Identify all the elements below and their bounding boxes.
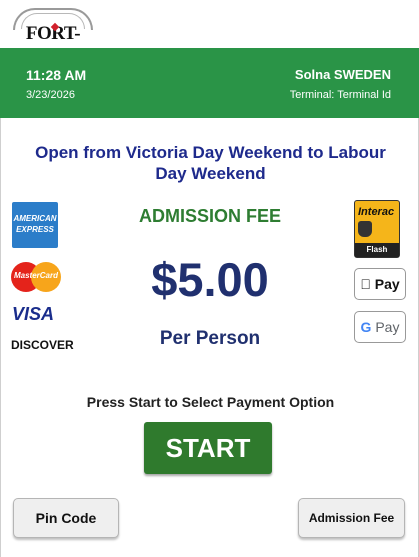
logo-bar: FORT-ERIE <box>0 0 419 66</box>
apple-pay-text: Pay <box>367 276 400 292</box>
google-pay-logo: G Pay <box>354 311 406 343</box>
american-express-logo-text: AMERICAN EXPRESS <box>13 214 57 234</box>
admission-fee-label: ADMISSION FEE <box>138 206 281 226</box>
current-date: 3/23/2026 <box>26 89 75 101</box>
mastercard-logo: MasterCard <box>11 262 61 292</box>
contactless-hand-icon <box>358 221 372 237</box>
location-name: Solna SWEDEN <box>294 67 391 82</box>
google-pay-text: Pay <box>375 319 400 335</box>
season-notice: Open from Victoria Day Weekend to Labour… <box>35 143 386 183</box>
discover-logo: DISCOVER <box>11 338 74 352</box>
admission-fee-button[interactable]: Admission Fee <box>298 498 405 538</box>
status-header: 11:28 AM 3/23/2026 Solna SWEDEN Terminal… <box>0 48 419 118</box>
terminal-id: Terminal: Terminal Id <box>289 89 391 101</box>
mastercard-logo-text: MasterCard <box>13 271 58 280</box>
pin-code-button[interactable]: Pin Code <box>13 498 119 538</box>
discover-logo-text: DISCOVER <box>11 338 74 352</box>
fort-erie-logo: FORT-ERIE <box>7 6 99 66</box>
visa-logo: VISA <box>12 304 55 324</box>
interac-logo-text: Interac <box>358 206 395 218</box>
interac-flash-logo: Interac Flash <box>354 200 400 258</box>
google-g-icon: G <box>360 319 372 335</box>
interac-flash-text: Flash <box>355 243 399 257</box>
apple-icon:  <box>360 276 371 292</box>
american-express-logo: AMERICAN EXPRESS <box>12 202 58 248</box>
price-unit: Per Person <box>159 328 261 349</box>
payment-instruction: Press Start to Select Payment Option <box>86 394 335 410</box>
start-button[interactable]: START <box>144 422 272 474</box>
current-time: 11:28 AM <box>26 67 87 83</box>
admission-price: $5.00 <box>151 253 269 306</box>
main-panel: Open from Victoria Day Weekend to Labour… <box>0 118 419 557</box>
apple-pay-logo:  Pay <box>354 268 406 300</box>
